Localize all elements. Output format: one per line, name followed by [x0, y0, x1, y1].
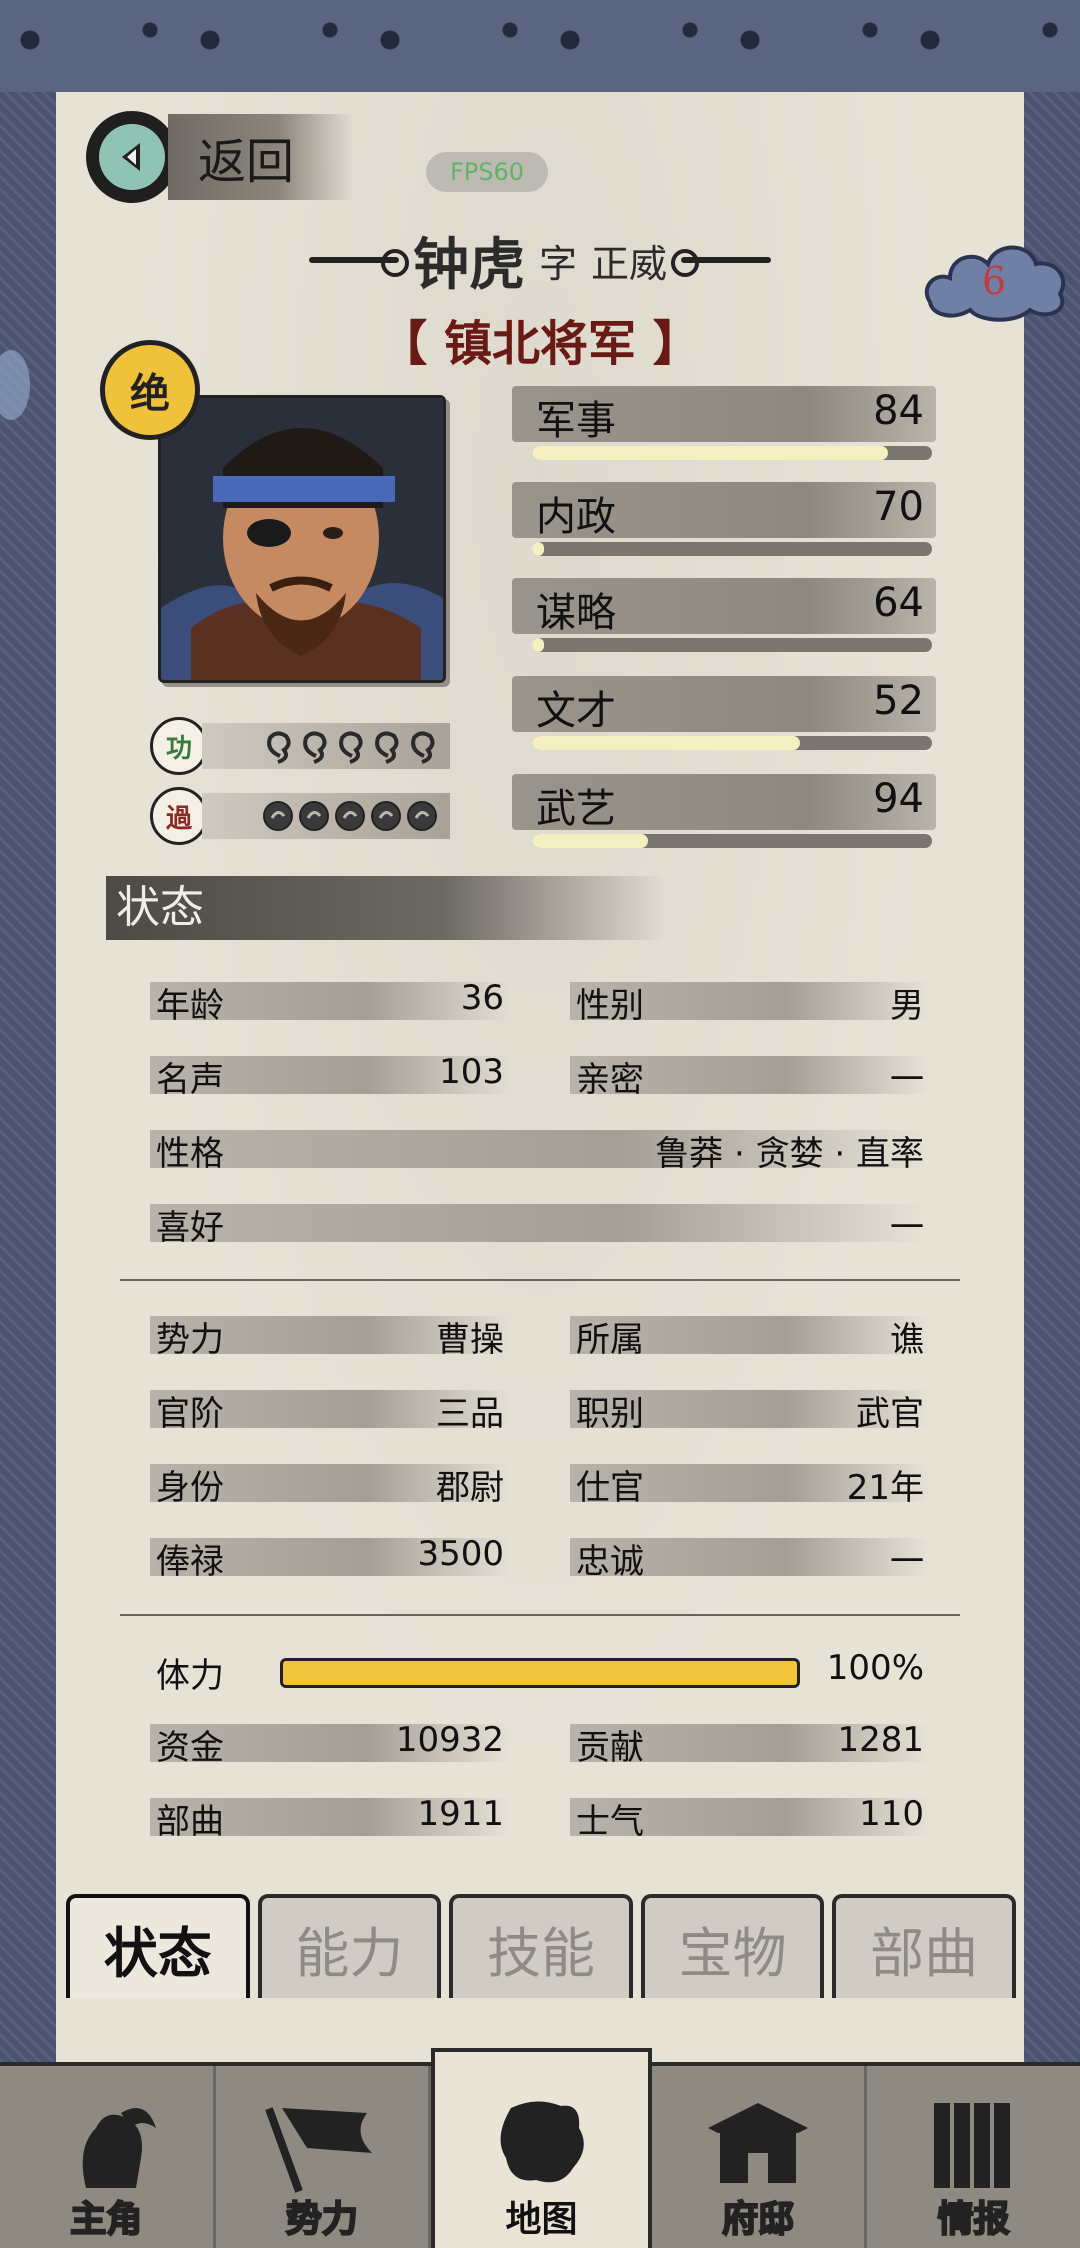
- status-intimacy: 亲密一: [570, 1052, 930, 1100]
- attr-progress: [532, 542, 544, 556]
- back-button[interactable]: 返回: [86, 111, 376, 203]
- status-gender: 性别男: [570, 978, 930, 1026]
- attr-progress: [532, 446, 888, 460]
- back-label: 返回: [168, 114, 355, 200]
- bottom-nav: 主角 势力 地图 府邸 情报: [0, 2048, 1080, 2248]
- decorative-top-border: [0, 0, 1080, 96]
- tab-troops[interactable]: 部曲: [832, 1894, 1016, 1998]
- back-arrow-icon: [86, 111, 178, 203]
- demerit-row: 過: [150, 787, 450, 845]
- detail-tabs: 状态 能力 技能 宝物 部曲: [66, 1894, 1016, 2004]
- character-name: 钟虎: [412, 232, 525, 298]
- nav-map[interactable]: 地图: [431, 2048, 652, 2248]
- rank-badge: 绝: [100, 340, 200, 440]
- merit-seal-icon: 功: [150, 717, 208, 775]
- courtesy-name: 正威: [591, 241, 668, 286]
- nav-intel[interactable]: 情报: [867, 2066, 1080, 2248]
- status-personality: 性格 鲁莽 · 贪婪 · 直率: [150, 1126, 930, 1174]
- status-loyalty: 忠诚一: [570, 1534, 930, 1582]
- status-hobby: 喜好一: [150, 1200, 930, 1248]
- divider: [120, 1279, 960, 1281]
- status-belong: 所属谯: [570, 1312, 930, 1360]
- attr-strategy: 谋略 64: [512, 578, 936, 662]
- status-age: 年龄 36: [150, 978, 510, 1026]
- tab-ability[interactable]: 能力: [257, 1894, 442, 1998]
- status-rank: 官阶 三品: [150, 1386, 510, 1434]
- scroll-icon: [933, 2103, 1010, 2188]
- demerit-seal-icon: 過: [150, 787, 208, 845]
- ornament-right-icon: [671, 249, 772, 277]
- status-position: 职别 武官: [570, 1386, 930, 1434]
- status-funds: 资金 10932: [150, 1720, 510, 1768]
- cloud-badge[interactable]: 6: [920, 232, 1070, 324]
- section-title: 状态: [106, 876, 666, 940]
- attr-politics: 内政 70: [512, 482, 936, 566]
- mansion-icon: [708, 2103, 809, 2183]
- right-frame: [1018, 92, 1080, 2062]
- cloud-number: 6: [982, 259, 1006, 303]
- fps-counter: FPS60: [426, 152, 548, 192]
- map-icon: [501, 2101, 585, 2183]
- character-portrait: [158, 395, 446, 683]
- divider: [120, 1614, 960, 1616]
- warrior-head-icon: [82, 2108, 157, 2188]
- status-morale: 士气 110: [570, 1794, 930, 1842]
- nav-faction[interactable]: 势力: [216, 2066, 432, 2248]
- attr-progress: [532, 638, 544, 652]
- flag-icon: [265, 2107, 372, 2193]
- demerit-indicators: [202, 793, 450, 839]
- attr-progress: [532, 736, 800, 750]
- merit-row: 功: [150, 717, 450, 775]
- attr-martial: 武艺 94: [512, 774, 936, 858]
- status-faction: 势力 曹操: [150, 1312, 510, 1360]
- stamina-bar: [280, 1658, 800, 1688]
- nav-protagonist[interactable]: 主角: [0, 2066, 216, 2248]
- status-identity: 身份 郡尉: [150, 1460, 510, 1508]
- status-salary: 俸禄 3500: [150, 1534, 510, 1582]
- tab-skills[interactable]: 技能: [449, 1894, 633, 1998]
- merit-indicators: [202, 723, 450, 769]
- attr-literary: 文才 52: [512, 676, 936, 760]
- status-fame: 名声 103: [150, 1052, 510, 1100]
- nav-mansion[interactable]: 府邸: [652, 2066, 868, 2248]
- attr-progress: [532, 834, 648, 848]
- demerit-swirl-icons: [263, 801, 437, 831]
- merit-comma-icons: [267, 731, 435, 764]
- ornament-left-icon: [308, 249, 409, 277]
- status-troops: 部曲 1911: [150, 1794, 510, 1842]
- attr-military: 军事 84: [512, 386, 936, 470]
- status-service: 仕官 21年: [570, 1460, 930, 1508]
- zi-label: 字: [538, 241, 577, 286]
- tab-treasure[interactable]: 宝物: [640, 1894, 825, 1998]
- status-contribution: 贡献 1281: [570, 1720, 930, 1768]
- character-name-row: 钟虎 字 正威: [0, 220, 1080, 300]
- tab-status[interactable]: 状态: [66, 1894, 250, 1998]
